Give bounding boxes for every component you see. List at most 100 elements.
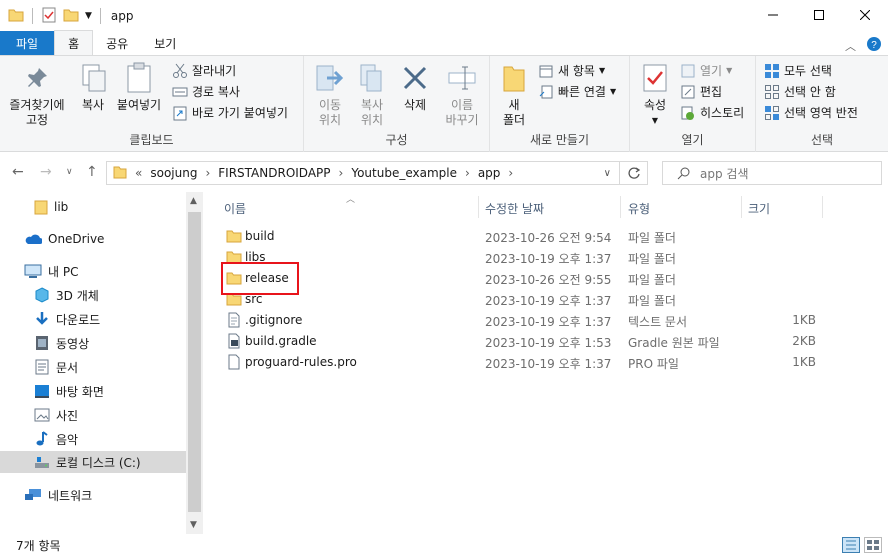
copy-label: 복사 (81, 98, 105, 112)
scroll-up-icon[interactable]: ▲ (190, 196, 197, 206)
copy-path-button[interactable]: 경로 복사 (172, 83, 240, 100)
details-view-icon (846, 540, 856, 550)
scroll-down-icon[interactable]: ▼ (190, 520, 197, 530)
dropdown-arrow-icon: ▼ (598, 66, 606, 75)
breadcrumb-chevron-icon[interactable]: › (508, 166, 513, 180)
paste-button[interactable]: 붙여넣기 (114, 62, 164, 113)
breadcrumb-chevron-icon[interactable]: › (205, 166, 210, 180)
breadcrumb-chevron-icon[interactable]: › (339, 166, 344, 180)
collapse-ribbon-icon[interactable]: ︿ (845, 38, 856, 54)
select-all-button[interactable]: 모두 선택 (764, 62, 832, 79)
column-header-type[interactable]: 유형 (628, 200, 650, 217)
navigation-pane: lib OneDrive 내 PC 3D 개체 다운로드 동영상 문서 바탕 화… (0, 192, 204, 534)
large-icons-view-button[interactable] (864, 537, 882, 553)
address-bar[interactable]: « soojung › FIRSTANDROIDAPP › Youtube_ex… (106, 161, 620, 185)
tab-share[interactable]: 공유 (93, 31, 141, 55)
file-date: 2023-10-19 오후 1:37 (485, 252, 612, 266)
file-row-build[interactable]: build 2023-10-26 오전 9:54 파일 폴더 (216, 226, 822, 247)
breadcrumb-item[interactable]: app (478, 166, 501, 180)
customize-toolbar-chevron-icon[interactable]: ▼ (85, 11, 92, 21)
copy-button[interactable]: 복사 (74, 62, 112, 113)
breadcrumb-item[interactable]: Youtube_example (351, 166, 457, 180)
music-icon (36, 431, 48, 446)
nav-item-downloads[interactable]: 다운로드 (0, 308, 186, 330)
address-dropdown-icon[interactable]: ∨ (604, 168, 611, 179)
easy-access-label: 빠른 연결 (558, 85, 606, 99)
breadcrumb-item[interactable]: soojung (150, 166, 197, 180)
refresh-button[interactable] (620, 161, 648, 185)
nav-item-pictures[interactable]: 사진 (0, 404, 186, 426)
details-view-button[interactable] (842, 537, 860, 553)
paste-shortcut-icon (172, 105, 188, 121)
properties-icon[interactable] (41, 7, 57, 26)
copy-path-label: 경로 복사 (192, 85, 240, 99)
file-row-src[interactable]: src 2023-10-19 오후 1:37 파일 폴더 (216, 289, 822, 310)
tab-view[interactable]: 보기 (141, 31, 189, 55)
up-arrow-icon[interactable]: ↑ (86, 164, 98, 180)
history-icon (680, 105, 696, 121)
navigation-scrollbar[interactable]: ▲ ▼ (186, 192, 203, 534)
column-divider[interactable] (478, 196, 479, 218)
breadcrumb-overflow[interactable]: « (135, 166, 142, 180)
recent-locations-chevron-icon[interactable]: ∨ (66, 167, 73, 177)
easy-access-button[interactable]: 빠른 연결 ▼ (538, 83, 616, 100)
nav-item-videos[interactable]: 동영상 (0, 332, 186, 354)
move-to-button[interactable]: 이동 위치 (310, 62, 350, 128)
new-item-button[interactable]: 새 항목 ▼ (538, 62, 605, 79)
edit-button[interactable]: 편집 (680, 83, 722, 100)
nav-item-lib[interactable]: lib (0, 196, 186, 218)
invert-selection-button[interactable]: 선택 영역 반전 (764, 104, 858, 121)
nav-item-onedrive[interactable]: OneDrive (0, 228, 186, 250)
scrollbar-thumb[interactable] (188, 212, 201, 512)
new-folder-button[interactable]: 새 폴더 (496, 62, 532, 128)
select-none-button[interactable]: 선택 안 함 (764, 83, 836, 100)
new-item-label: 새 항목 (558, 64, 595, 78)
forward-arrow-icon[interactable]: → (40, 164, 52, 180)
nav-item-label: 문서 (56, 360, 79, 375)
toolbar-separator (32, 8, 33, 24)
tab-home[interactable]: 홈 (54, 30, 94, 55)
column-divider[interactable] (620, 196, 621, 218)
minimize-button[interactable] (750, 0, 796, 30)
search-box[interactable]: app 검색 (662, 161, 882, 185)
column-header-name[interactable]: 이름 (224, 200, 246, 217)
nav-item-network[interactable]: 네트워크 (0, 484, 186, 506)
paste-shortcut-button[interactable]: 바로 가기 붙여넣기 (172, 104, 288, 121)
close-button[interactable] (842, 0, 888, 30)
properties-button[interactable]: 속성 ▼ (638, 62, 672, 128)
nav-item-this-pc[interactable]: 내 PC (0, 260, 186, 282)
rename-button[interactable]: 이름 바꾸기 (440, 62, 484, 128)
file-row-libs[interactable]: libs 2023-10-19 오후 1:37 파일 폴더 (216, 247, 822, 268)
breadcrumb-chevron-icon[interactable]: › (465, 166, 470, 180)
column-divider[interactable] (741, 196, 742, 218)
file-row-build-gradle[interactable]: build.gradle 2023-10-19 오후 1:53 Gradle 원… (216, 331, 822, 352)
column-header-size[interactable]: 크기 (748, 200, 770, 217)
tab-file[interactable]: 파일 (0, 31, 55, 55)
clipboard-group: 즐겨찾기에 고정 복사 붙여넣기 잘라내기 경로 복사 바로 가기 붙여넣기 클… (0, 56, 304, 152)
new-folder-icon[interactable] (63, 7, 79, 26)
cut-button[interactable]: 잘라내기 (172, 62, 236, 79)
column-divider[interactable] (822, 196, 823, 218)
nav-item-label: 내 PC (48, 264, 79, 279)
maximize-button[interactable] (796, 0, 842, 30)
file-row-release[interactable]: release 2023-10-26 오전 9:55 파일 폴더 (216, 268, 822, 289)
nav-item-3d-objects[interactable]: 3D 개체 (0, 284, 186, 306)
nav-item-documents[interactable]: 문서 (0, 356, 186, 378)
breadcrumb-item[interactable]: FIRSTANDROIDAPP (218, 166, 330, 180)
column-header-date[interactable]: 수정한 날짜 (485, 200, 544, 217)
file-type: 파일 폴더 (628, 273, 676, 287)
file-row-gitignore[interactable]: .gitignore 2023-10-19 오후 1:37 텍스트 문서 1KB (216, 310, 822, 331)
copy-to-button[interactable]: 복사 위치 (352, 62, 392, 128)
file-row-proguard[interactable]: proguard-rules.pro 2023-10-19 오후 1:37 PR… (216, 352, 822, 373)
help-icon[interactable]: ? (866, 36, 882, 55)
back-arrow-icon[interactable]: ← (12, 164, 24, 180)
history-button[interactable]: 히스토리 (680, 104, 744, 121)
network-icon (25, 489, 41, 500)
pin-to-quick-access-button[interactable]: 즐겨찾기에 고정 (6, 62, 68, 128)
file-date: 2023-10-26 오전 9:54 (485, 231, 612, 245)
delete-button[interactable]: 삭제 (396, 62, 434, 113)
nav-item-local-disk[interactable]: 로컬 디스크 (C:) (0, 451, 186, 473)
open-button[interactable]: 열기 ▼ (680, 62, 732, 79)
nav-item-desktop[interactable]: 바탕 화면 (0, 380, 186, 402)
nav-item-music[interactable]: 음악 (0, 428, 186, 450)
